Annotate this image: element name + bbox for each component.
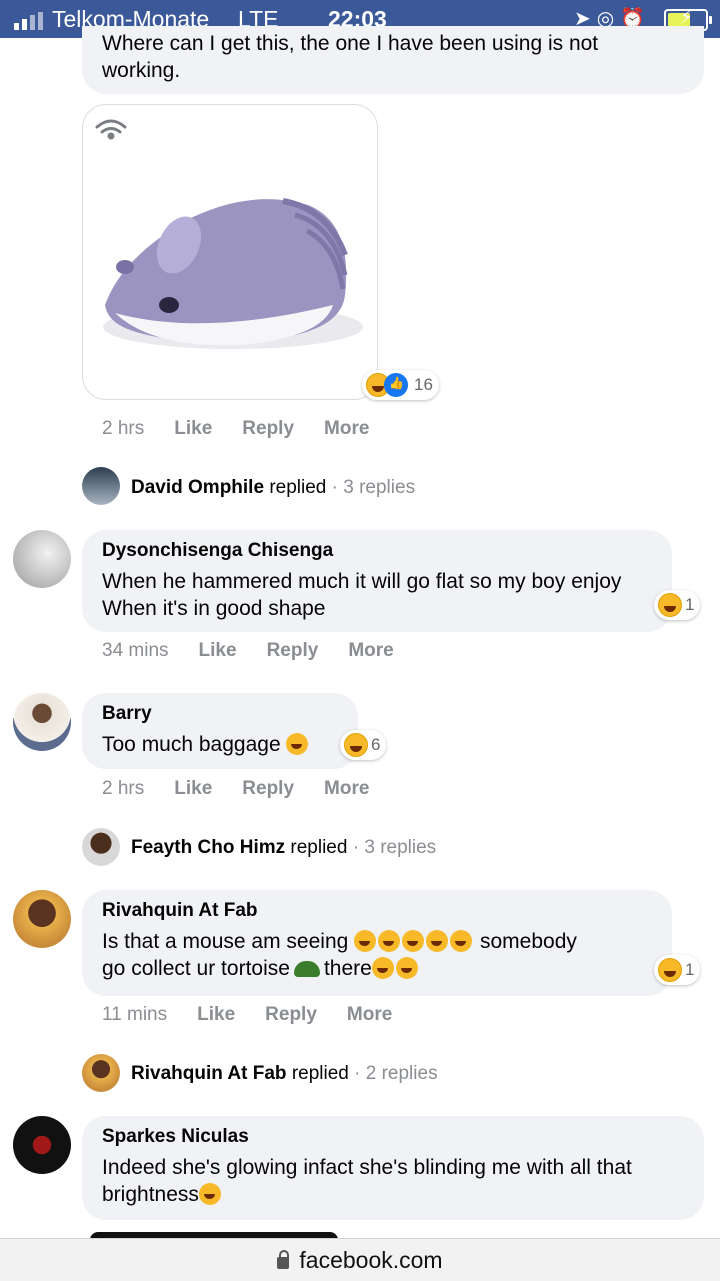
comment-bubble: Dysonchisenga Chisenga When he hammered …: [82, 530, 672, 632]
rofl-emoji: [286, 733, 309, 755]
more-button[interactable]: More: [324, 778, 369, 799]
avatar[interactable]: [82, 828, 120, 866]
comment-text: Is that a mouse am seeing somebody go co…: [102, 930, 577, 980]
avatar[interactable]: [13, 890, 71, 948]
haha-icon: [658, 593, 682, 617]
signal-icon: [14, 9, 46, 36]
comment-time[interactable]: 11 mins: [102, 1004, 167, 1025]
reply-button[interactable]: Reply: [242, 778, 294, 799]
comment-text: Indeed she's glowing infact she's blindi…: [102, 1156, 632, 1206]
reply-count: 2 replies: [365, 1063, 438, 1084]
blinded-emoji: [198, 1183, 221, 1205]
comment-bubble: Rivahquin At Fab Is that a mouse am seei…: [82, 890, 672, 996]
rofl-emoji-group: [354, 930, 474, 953]
avatar[interactable]: [82, 1054, 120, 1092]
reaction-count: 16: [414, 375, 433, 394]
like-button[interactable]: Like: [174, 778, 212, 799]
reaction-summary[interactable]: 6: [340, 730, 387, 760]
hamster-mouse-icon: [103, 198, 363, 349]
address-bar[interactable]: facebook.com: [0, 1238, 720, 1281]
laughing-emoji: [371, 957, 394, 979]
reply-verb: replied: [269, 477, 327, 498]
comment-time[interactable]: 2 hrs: [102, 778, 144, 799]
more-button[interactable]: More: [324, 418, 369, 439]
comment-author[interactable]: Dysonchisenga Chisenga: [102, 540, 652, 562]
like-button[interactable]: Like: [174, 418, 212, 439]
avatar[interactable]: [13, 1116, 71, 1174]
reply-button[interactable]: Reply: [265, 1004, 317, 1025]
like-icon: [384, 373, 408, 397]
avatar[interactable]: [13, 693, 71, 751]
reaction-count: 1: [685, 595, 695, 614]
reply-author: David Omphile: [131, 477, 265, 498]
laughing-emoji: [395, 957, 418, 979]
like-button[interactable]: Like: [197, 1004, 235, 1025]
reply-author: Rivahquin At Fab: [131, 1063, 287, 1084]
reply-count: 3 replies: [364, 837, 437, 858]
more-button[interactable]: More: [347, 1004, 392, 1025]
comment-actions: 2 hrs Like Reply More: [102, 418, 399, 440]
reaction-summary[interactable]: 1: [654, 955, 701, 985]
comment-time[interactable]: 34 mins: [102, 640, 169, 661]
comment-text: When he hammered much it will go flat so…: [102, 570, 622, 620]
address-domain: facebook.com: [299, 1247, 443, 1273]
reply-separator: ·: [352, 837, 360, 858]
reply-button[interactable]: Reply: [267, 640, 319, 661]
comment-bubble: Sparkes Niculas Indeed she's glowing inf…: [82, 1116, 704, 1220]
reply-count: 3 replies: [343, 477, 416, 498]
comment-author[interactable]: Rivahquin At Fab: [102, 900, 652, 922]
reply-verb: replied: [290, 837, 348, 858]
reply-separator: ·: [331, 477, 338, 498]
reaction-summary[interactable]: 1: [654, 590, 701, 620]
comment-actions: 2 hrs Like Reply More: [102, 778, 399, 800]
wifi-icon: [95, 119, 127, 140]
haha-icon: [344, 733, 368, 757]
like-button[interactable]: Like: [199, 640, 237, 661]
more-button[interactable]: More: [348, 640, 393, 661]
reply-separator: ·: [354, 1063, 361, 1084]
reply-author: Feayth Cho Himz: [131, 837, 286, 858]
avatar[interactable]: [13, 530, 71, 588]
reply-verb: replied: [291, 1063, 349, 1084]
view-replies-link[interactable]: Feayth Cho Himz replied · 3 replies: [131, 837, 436, 859]
view-replies-link[interactable]: Rivahquin At Fab replied · 2 replies: [131, 1063, 438, 1085]
comment-text: Too much baggage: [102, 731, 338, 758]
comment-actions: 34 mins Like Reply More: [102, 640, 424, 662]
reaction-count: 6: [371, 735, 381, 754]
comment-time[interactable]: 2 hrs: [102, 418, 144, 439]
haha-icon: [658, 958, 682, 982]
avatar[interactable]: [82, 467, 120, 505]
comment-bubble: Where can I get this, the one I have bee…: [82, 26, 704, 94]
comment-bubble: Barry Too much baggage: [82, 693, 358, 769]
comment-text: Where can I get this, the one I have bee…: [102, 32, 599, 82]
turtle-emoji: [293, 961, 320, 977]
comment-actions: 11 mins Like Reply More: [102, 1004, 422, 1026]
view-replies-link[interactable]: David Omphile replied · 3 replies: [131, 477, 415, 499]
comment-author[interactable]: Sparkes Niculas: [102, 1126, 684, 1148]
comment-image[interactable]: [82, 104, 378, 400]
reaction-count: 1: [685, 960, 695, 979]
reply-button[interactable]: Reply: [242, 418, 294, 439]
reaction-summary[interactable]: 16: [362, 370, 439, 400]
comment-author[interactable]: Barry: [102, 703, 338, 725]
lock-icon: [277, 1250, 290, 1269]
